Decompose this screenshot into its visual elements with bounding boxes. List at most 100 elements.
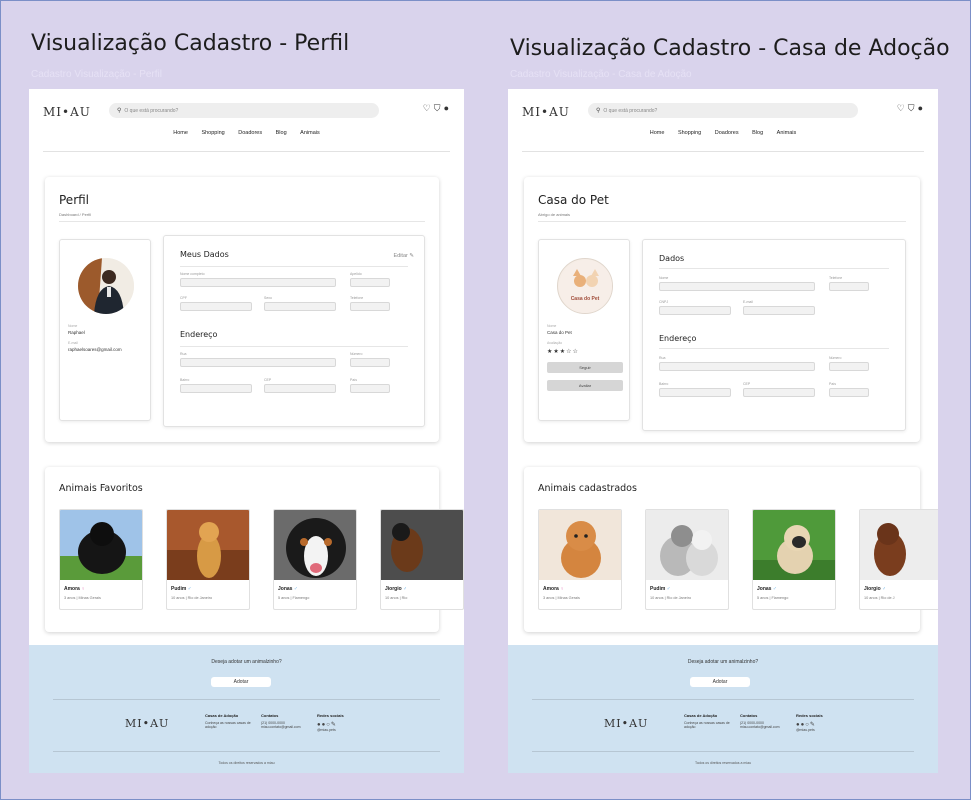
- section-divider: [180, 266, 408, 267]
- shelter-logo-text: Casa do Pet: [570, 296, 600, 302]
- phone-field[interactable]: [829, 282, 869, 291]
- footer-divider: [532, 751, 914, 752]
- pet-card[interactable]: Amora ♀ 3 anos | Minas Gerais: [59, 509, 143, 610]
- bag-icon[interactable]: ⛉: [908, 103, 918, 113]
- pet-card[interactable]: Jiorgio ♂ 10 anos | Rio: [380, 509, 464, 610]
- nav-home[interactable]: Home: [650, 130, 665, 136]
- footer-col-title: Contatos: [740, 713, 758, 718]
- animals-card: Animais cadastrados Amora ♀ 3 anos | Min…: [524, 467, 938, 632]
- footer-logo[interactable]: MI•AU: [604, 717, 648, 730]
- edit-button[interactable]: Editar ✎: [393, 253, 414, 259]
- nav-animais[interactable]: Animais: [777, 130, 797, 136]
- nav-doadores[interactable]: Doadores: [238, 130, 262, 136]
- favorites-title: Animais Favoritos: [59, 483, 143, 494]
- district-field[interactable]: [659, 388, 731, 397]
- field-label: Número: [350, 352, 363, 356]
- adopt-button[interactable]: Adotar: [690, 677, 750, 687]
- email-field[interactable]: [743, 306, 815, 315]
- heart-icon[interactable]: ♡: [423, 103, 434, 113]
- header-icons: ♡⛉●: [423, 103, 452, 114]
- number-field[interactable]: [829, 362, 869, 371]
- search-input[interactable]: ⚲ O que está procurando?: [588, 103, 858, 118]
- pet-card[interactable]: Pudim ♂ 10 anos | Rio de Janeiro: [166, 509, 250, 610]
- field-label: CNPJ: [659, 300, 669, 304]
- heart-icon[interactable]: ♡: [897, 103, 908, 113]
- data-title: Dados: [659, 254, 685, 263]
- street-field[interactable]: [659, 362, 815, 371]
- pet-card[interactable]: Jiorgio ♂ 10 anos | Rio de J: [859, 509, 938, 610]
- phone-field[interactable]: [350, 302, 390, 311]
- field-label: Telefone: [829, 276, 843, 280]
- search-input[interactable]: ⚲ O que está procurando?: [109, 103, 379, 118]
- pet-card[interactable]: Jonas ♂ 5 anos | Flamengo: [752, 509, 836, 610]
- address-title: Endereço: [180, 330, 218, 339]
- footer-col-text[interactable]: Conheça as nossas casas de adoção: [684, 721, 730, 729]
- user-icon[interactable]: ●: [918, 103, 926, 113]
- site-logo[interactable]: MI•AU: [43, 105, 91, 119]
- pet-card[interactable]: Pudim ♂ 10 anos | Rio de Janeiro: [645, 509, 729, 610]
- cep-field[interactable]: [743, 388, 815, 397]
- nav-blog[interactable]: Blog: [276, 130, 287, 136]
- pet-card[interactable]: Jonas ♂ 5 anos | Flamengo: [273, 509, 357, 610]
- pet-photo: [381, 510, 463, 580]
- header-icons: ♡⛉●: [897, 103, 926, 114]
- country-field[interactable]: [829, 388, 869, 397]
- female-icon: ♀: [81, 586, 85, 592]
- nickname-field[interactable]: [350, 278, 390, 287]
- pet-photo: [646, 510, 728, 580]
- bag-icon[interactable]: ⛉: [434, 103, 444, 113]
- field-label: CPF: [180, 296, 187, 300]
- pet-info: 10 anos | Rio: [385, 596, 408, 600]
- my-data-panel: Meus Dados Editar ✎ Nome completo Apelid…: [163, 235, 425, 427]
- nav-animais[interactable]: Animais: [300, 130, 320, 136]
- pet-photo: [274, 510, 356, 580]
- district-field[interactable]: [180, 384, 252, 393]
- search-icon: ⚲: [117, 108, 122, 114]
- field-label: Rua: [659, 356, 666, 360]
- rate-button[interactable]: Avaliar: [547, 380, 623, 391]
- pet-name: Jonas ♂: [757, 586, 777, 592]
- fullname-field[interactable]: [180, 278, 336, 287]
- cnpj-field[interactable]: [659, 306, 731, 315]
- search-icon: ⚲: [596, 108, 601, 114]
- cpf-field[interactable]: [180, 302, 252, 311]
- footer-logo[interactable]: MI•AU: [125, 717, 169, 730]
- cep-field[interactable]: [264, 384, 336, 393]
- female-icon: ♀: [560, 586, 564, 592]
- card-divider: [538, 221, 906, 222]
- footer-col-text[interactable]: Conheça as nossas casas de adoção: [205, 721, 251, 729]
- nav-doadores[interactable]: Doadores: [715, 130, 739, 136]
- pet-photo: [167, 510, 249, 580]
- street-field[interactable]: [180, 358, 336, 367]
- male-icon: ♂: [772, 586, 777, 592]
- country-field[interactable]: [350, 384, 390, 393]
- rating-stars[interactable]: ★★★☆☆: [547, 348, 579, 355]
- field-label: Nome completo: [180, 272, 205, 276]
- pet-name: Jonas ♂: [278, 586, 298, 592]
- footer-divider: [53, 699, 440, 700]
- name-field[interactable]: [659, 282, 815, 291]
- profile-card: Perfil Dashboard / Perfil Nome Raphael E…: [45, 177, 439, 442]
- site-logo[interactable]: MI•AU: [522, 105, 570, 119]
- male-icon: ♂: [666, 586, 671, 592]
- gender-field[interactable]: [264, 302, 336, 311]
- footer-col-contacts: Contatos (21) 0000-0000 miau.contato@gmai…: [261, 713, 309, 729]
- nav-shopping[interactable]: Shopping: [201, 130, 224, 136]
- footer-col-shelters: Casas de Adoção Conheça as nossas casas d…: [205, 713, 253, 729]
- number-field[interactable]: [350, 358, 390, 367]
- shelter-sidebar: Casa do Pet Nome Casa do Pet Avaliação ★…: [538, 239, 630, 421]
- footer-col-text: (21) 0000-0000 miau.contato@gmail.com: [740, 721, 780, 729]
- user-icon[interactable]: ●: [444, 103, 452, 113]
- pet-info: 5 anos | Flamengo: [757, 596, 789, 600]
- nav-shopping[interactable]: Shopping: [678, 130, 701, 136]
- field-label: Rua: [180, 352, 187, 356]
- follow-button[interactable]: Seguir: [547, 362, 623, 373]
- nav-home[interactable]: Home: [173, 130, 188, 136]
- site-footer: Deseja adotar um animalzinho? Adotar MI•…: [508, 645, 938, 773]
- adopt-button[interactable]: Adotar: [211, 677, 271, 687]
- pet-info: 10 anos | Rio de Janeiro: [171, 596, 213, 600]
- footer-col-social: Redes sociais ●●○✎ @miau.pets: [317, 713, 365, 732]
- pet-card[interactable]: Amora ♀ 3 anos | Minas Gerais: [538, 509, 622, 610]
- field-label: E-mail: [743, 300, 753, 304]
- nav-blog[interactable]: Blog: [752, 130, 763, 136]
